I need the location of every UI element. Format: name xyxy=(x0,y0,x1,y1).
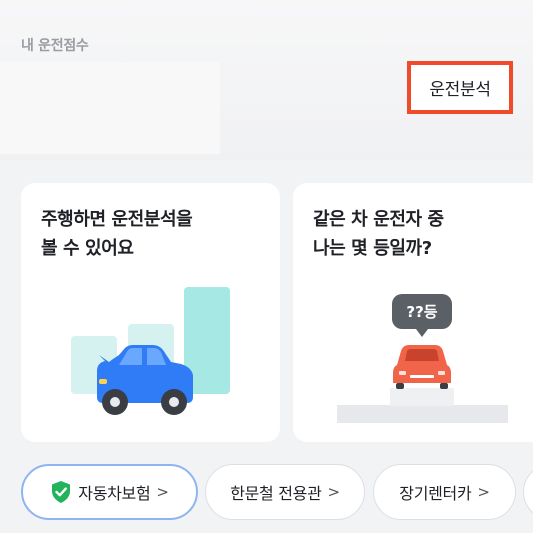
ranking-card[interactable]: 같은 차 운전자 중 나는 몇 등일까? ??등 xyxy=(293,183,533,442)
chevron-right-icon: > xyxy=(327,483,341,501)
red-car-icon xyxy=(393,345,451,389)
driving-analysis-button[interactable]: 운전분석 xyxy=(407,61,513,114)
podium-top xyxy=(390,388,454,406)
car-insurance-chip[interactable]: 자동차보험 > xyxy=(21,464,198,520)
driving-score-screen: 내 운전점수 운전분석 주행하면 운전분석을 볼 수 있어요 같은 차 운전자 … xyxy=(0,0,533,533)
shield-check-icon xyxy=(52,481,71,503)
score-placeholder xyxy=(0,62,220,154)
chevron-right-icon: > xyxy=(156,483,169,501)
long-term-rental-chip[interactable]: 장기렌터카 > xyxy=(373,464,516,520)
chip-label: 장기렌터카 xyxy=(399,484,472,503)
chip-label: 한문철 전용관 xyxy=(230,484,322,503)
chevron-right-icon: > xyxy=(477,483,490,501)
han-muncheol-chip[interactable]: 한문철 전용관 > xyxy=(205,464,365,520)
section-title: 내 운전점수 xyxy=(21,38,89,54)
more-chip[interactable] xyxy=(523,464,533,520)
rank-bubble-text: ??등 xyxy=(406,303,438,321)
car-bar-chart-illustration xyxy=(71,287,230,415)
driving-analysis-card[interactable]: 주행하면 운전분석을 볼 수 있어요 xyxy=(21,183,280,442)
podium-base xyxy=(337,405,508,423)
chip-label: 자동차보험 xyxy=(78,484,151,503)
